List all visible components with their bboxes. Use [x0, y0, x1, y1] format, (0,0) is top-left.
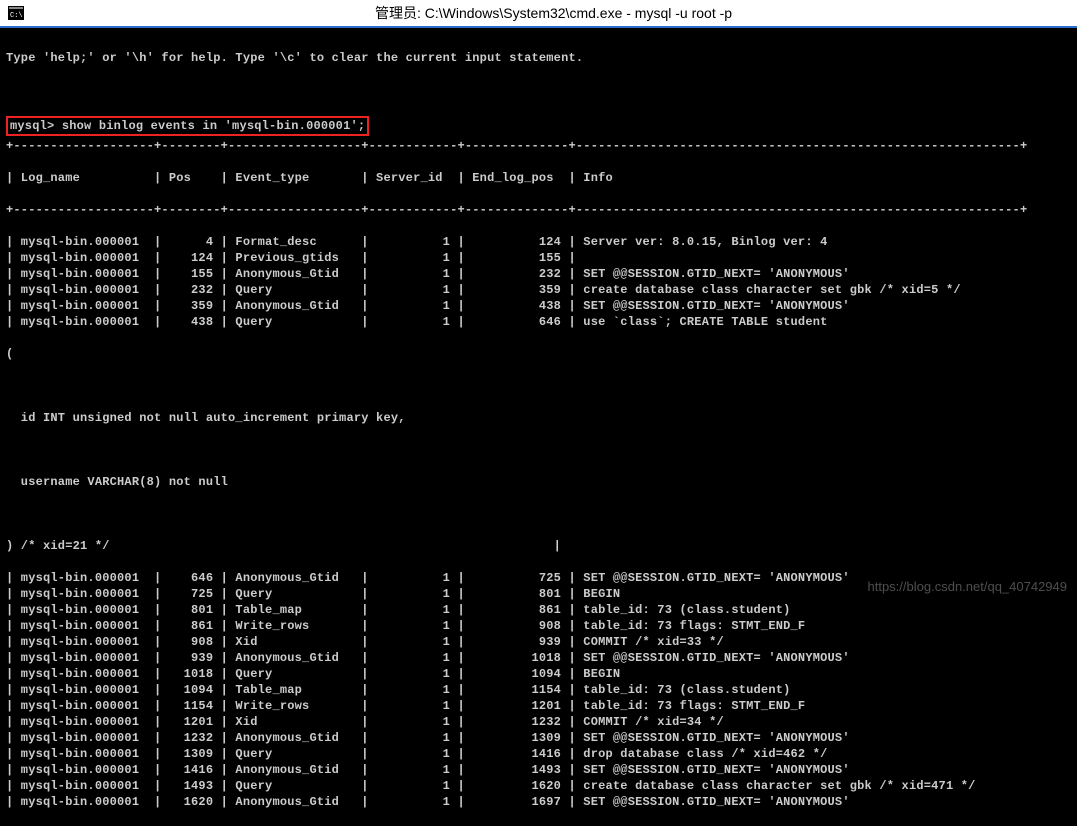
- window-titlebar: C:\ 管理员: C:\Windows\System32\cmd.exe - m…: [0, 0, 1077, 28]
- sql-command: show binlog events in 'mysql-bin.000001'…: [62, 119, 365, 133]
- rows-block-2: | mysql-bin.000001 | 646 | Anonymous_Gti…: [6, 570, 1071, 810]
- rows-block-1: | mysql-bin.000001 | 4 | Format_desc | 1…: [6, 234, 1071, 330]
- window-title: 管理员: C:\Windows\System32\cmd.exe - mysql…: [30, 3, 1077, 23]
- svg-text:C:\: C:\: [10, 12, 23, 20]
- cmd-icon: C:\: [2, 0, 30, 27]
- cont-xid: ) /* xid=21 */ |: [6, 538, 1071, 554]
- table-sep-top: +-------------------+--------+----------…: [6, 138, 1071, 154]
- blank-line: [6, 442, 1071, 458]
- cont-col-id: id INT unsigned not null auto_increment …: [6, 410, 1071, 426]
- terminal-output[interactable]: Type 'help;' or '\h' for help. Type '\c'…: [0, 28, 1077, 826]
- table-header: | Log_name | Pos | Event_type | Server_i…: [6, 170, 1071, 186]
- cont-paren: (: [6, 346, 1071, 362]
- mysql-prompt: mysql>: [10, 119, 54, 133]
- cont-col-username: username VARCHAR(8) not null: [6, 474, 1071, 490]
- help-line: Type 'help;' or '\h' for help. Type '\c'…: [6, 50, 1071, 66]
- blank-line: [6, 82, 1071, 98]
- blank-line: [6, 378, 1071, 394]
- command-highlight: mysql> show binlog events in 'mysql-bin.…: [6, 116, 369, 136]
- blank-line: [6, 506, 1071, 522]
- table-sep-mid: +-------------------+--------+----------…: [6, 202, 1071, 218]
